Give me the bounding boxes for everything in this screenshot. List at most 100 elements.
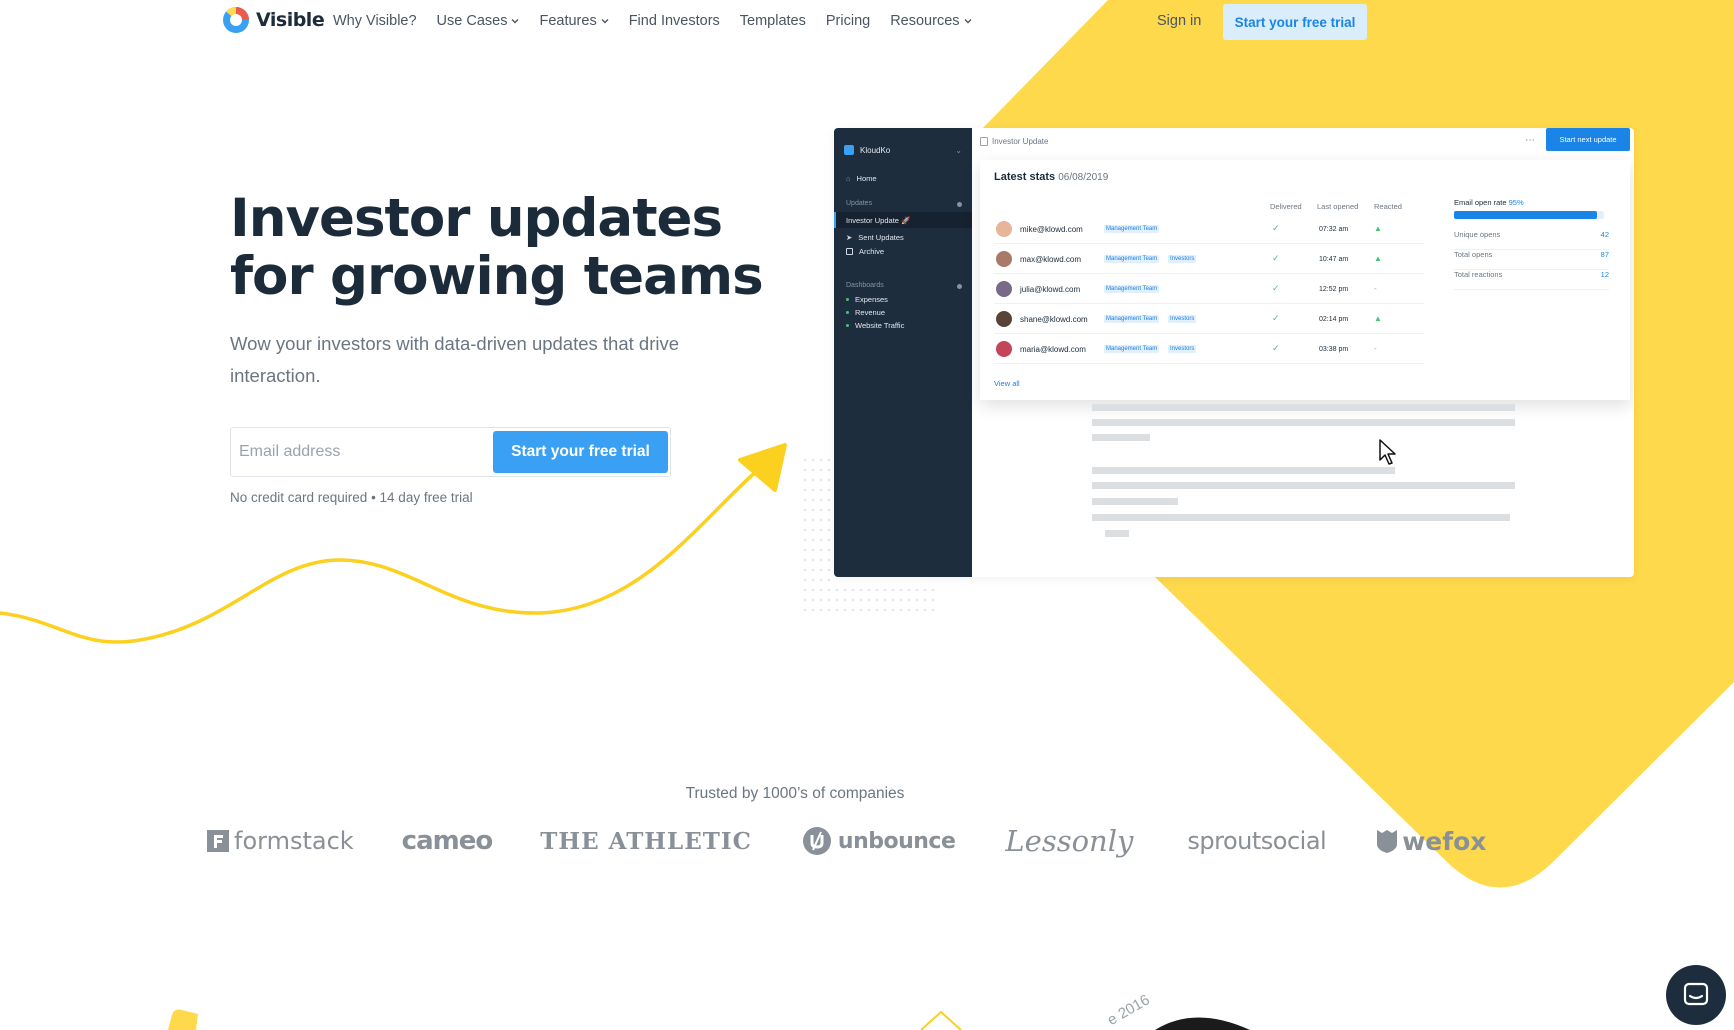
triangle-outline-shape: [920, 1010, 962, 1030]
yellow-corner-shape: [168, 1009, 198, 1030]
metric-unique-opens: Unique opens 42: [1454, 230, 1609, 250]
metric-label: Unique opens: [1454, 230, 1501, 239]
last-opened-time: 07:32 am: [1319, 226, 1349, 233]
app-topbar: Investor Update ⋯ Start next update: [972, 128, 1634, 158]
open-rate-label: Email open rate 95%: [1454, 198, 1524, 207]
logo[interactable]: Visible: [222, 6, 325, 34]
chevron-down-icon: ⌄: [955, 146, 962, 155]
recipient-email: shane@klowd.com: [1020, 315, 1088, 324]
email-input[interactable]: [231, 428, 491, 476]
nav-link-why-visible[interactable]: Why Visible?: [333, 13, 417, 29]
nav-link-pricing[interactable]: Pricing: [826, 13, 870, 29]
delivered-check-icon: ✓: [1272, 283, 1280, 293]
text-placeholder-line: [1092, 434, 1150, 441]
sign-in-link[interactable]: Sign in: [1157, 13, 1201, 29]
metric-value: 42: [1600, 230, 1609, 239]
product-screenshot: KloudKo ⌄ ⌂ Home Updates Investor Update…: [834, 128, 1634, 577]
archive-icon: [846, 248, 853, 255]
customer-logos: formstack cameo THE ATHLETIC unbounce Le…: [206, 824, 1486, 858]
nav-link-resources[interactable]: Resources: [890, 13, 972, 29]
chat-launcher-button[interactable]: [1666, 965, 1726, 1025]
column-header-last-opened: Last opened: [1317, 202, 1359, 211]
nav-link-label: Find Investors: [628, 13, 720, 29]
hero-start-trial-button[interactable]: Start your free trial: [493, 431, 668, 473]
text-placeholder-line: [1105, 530, 1129, 537]
lessonly-logo: Lessonly: [1005, 824, 1133, 858]
open-rate-value: 95%: [1508, 198, 1524, 207]
sidebar-item-revenue: Revenue: [846, 308, 885, 317]
metric-total-reactions: Total reactions 12: [1454, 270, 1609, 290]
reacted-value: -: [1374, 284, 1377, 293]
signup-form: Start your free trial: [230, 427, 671, 477]
doc-title: Investor Update: [980, 137, 1048, 146]
avatar: [996, 281, 1012, 297]
the-athletic-logo: THE ATHLETIC: [540, 828, 752, 855]
unbounce-logo: unbounce: [802, 826, 956, 856]
logo-text: unbounce: [837, 828, 956, 854]
logo-text: formstack: [234, 827, 354, 855]
bullet-icon: [846, 311, 849, 314]
document-icon: [980, 137, 988, 146]
sidebar-item-label: Archive: [859, 247, 885, 256]
last-opened-time: 10:47 am: [1319, 256, 1349, 263]
logo-text: THE ATHLETIC: [540, 827, 752, 855]
sidebar-item-sent-updates: ➤ Sent Updates: [846, 233, 904, 242]
metric-label: Total reactions: [1454, 270, 1503, 279]
thumbs-up-icon: ▲: [1374, 254, 1382, 263]
more-dots-icon: ⋯: [1525, 135, 1536, 146]
open-rate-bar-fill: [1454, 211, 1597, 219]
add-icon: [957, 284, 962, 289]
nav-link-find-investors[interactable]: Find Investors: [629, 13, 720, 29]
sidebar-item-home: ⌂ Home: [846, 174, 877, 183]
bullet-icon: [846, 324, 849, 327]
metric-value: 12: [1600, 270, 1609, 279]
nav-link-templates[interactable]: Templates: [740, 13, 806, 29]
column-header-delivered: Delivered: [1270, 202, 1302, 211]
add-icon: [957, 202, 962, 207]
nav-link-use-cases[interactable]: Use Cases: [437, 13, 520, 29]
tag-badge: Management Team: [1104, 345, 1160, 353]
nav-links: Why Visible? Use Cases Features Find Inv…: [333, 13, 992, 29]
nav-link-features[interactable]: Features: [539, 13, 609, 29]
nav-start-trial-button[interactable]: Start your free trial: [1223, 4, 1367, 40]
avatar: [996, 251, 1012, 267]
table-row: shane@klowd.com Management Team Investor…: [994, 304, 1424, 334]
home-icon: ⌂: [846, 174, 851, 183]
open-rate-label-text: Email open rate: [1454, 198, 1507, 207]
cameo-logo: cameo: [402, 826, 494, 856]
wefox-logo: wefox: [1376, 827, 1486, 856]
metric-total-opens: Total opens 87: [1454, 250, 1609, 270]
nav-link-label: Why Visible?: [333, 13, 417, 29]
tag-badge: Investors: [1168, 315, 1197, 323]
wefox-icon: [1377, 830, 1398, 853]
sidebar-section-dashboards: Dashboards: [846, 282, 884, 289]
last-opened-time: 03:38 pm: [1319, 346, 1349, 353]
nav-link-label: Use Cases: [436, 13, 508, 29]
text-placeholder-line: [1092, 482, 1515, 489]
nav-link-label: Resources: [890, 13, 960, 29]
recipient-email: mike@klowd.com: [1020, 225, 1083, 234]
tag-badge: Management Team: [1104, 255, 1160, 263]
text-placeholder-line: [1092, 419, 1515, 426]
open-rate-bar: [1454, 211, 1604, 219]
latest-stats-card: Latest stats 06/08/2019 Delivered Last o…: [980, 160, 1630, 400]
table-row: mike@klowd.com Management Team ✓ 07:32 a…: [994, 214, 1424, 244]
send-icon: ➤: [846, 233, 853, 242]
company-logo-icon: [844, 145, 854, 155]
form-note: No credit card required • 14 day free tr…: [230, 490, 473, 505]
chevron-down-icon: [601, 19, 609, 24]
sproutsocial-logo: sproutsocial: [1187, 827, 1326, 855]
reacted-value: -: [1374, 344, 1377, 353]
text-placeholder-line: [1092, 498, 1178, 505]
tag-badge: Management Team: [1104, 315, 1160, 323]
nav-link-label: Templates: [739, 13, 806, 29]
arrow-head: [738, 443, 787, 492]
last-opened-time: 12:52 pm: [1319, 286, 1349, 293]
delivered-check-icon: ✓: [1272, 313, 1280, 323]
unbounce-icon: [802, 827, 831, 855]
visible-logo-icon: [223, 6, 249, 33]
formstack-logo: formstack: [206, 827, 354, 855]
thumbs-up-icon: ▲: [1374, 224, 1382, 233]
sidebar-section-updates: Updates: [846, 200, 873, 207]
sidebar-item-label: Revenue: [855, 308, 886, 317]
